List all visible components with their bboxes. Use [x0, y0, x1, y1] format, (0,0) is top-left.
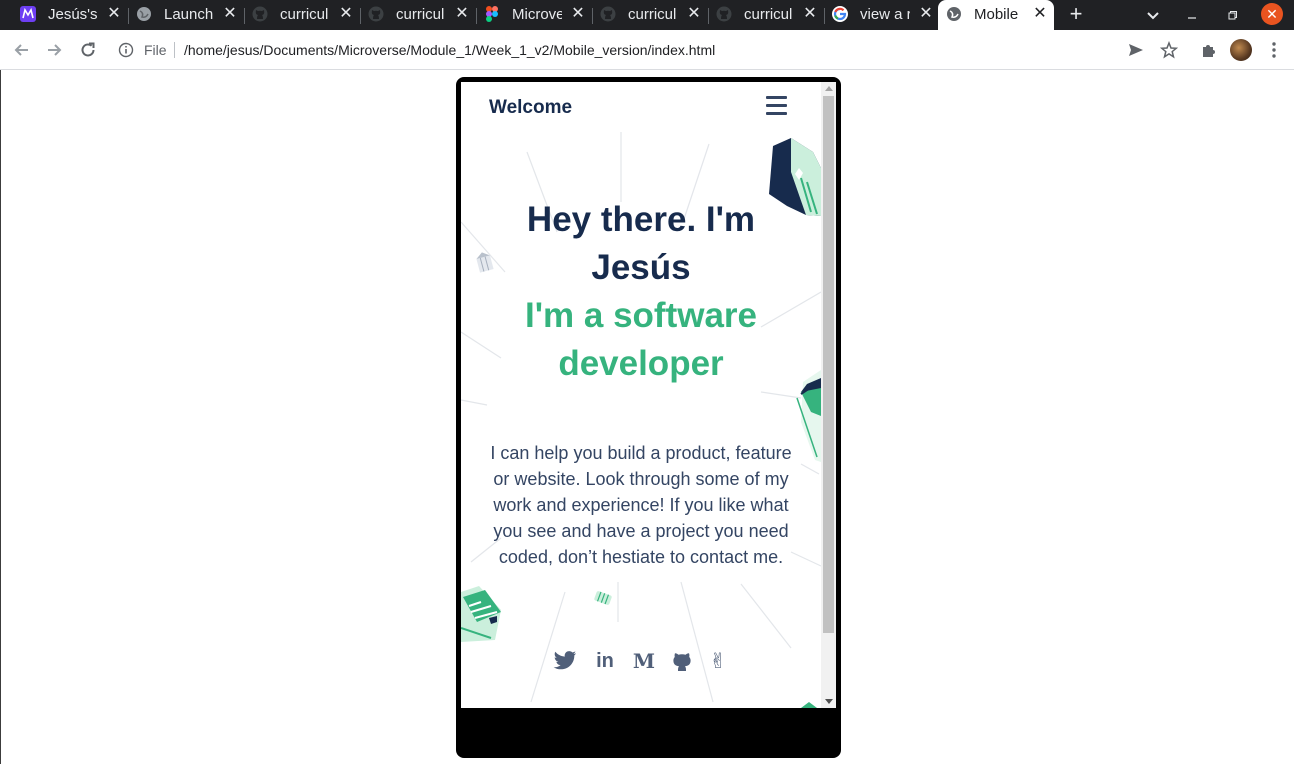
- close-icon[interactable]: ✕: [800, 3, 820, 25]
- scrollbar-thumb[interactable]: [823, 96, 834, 633]
- tab-title: Jesús's: [48, 6, 98, 23]
- github-icon[interactable]: [670, 649, 694, 673]
- tab-google-search[interactable]: view a r ✕: [824, 0, 940, 30]
- close-icon[interactable]: ✕: [916, 3, 936, 25]
- forward-arrow-icon[interactable]: [42, 38, 66, 62]
- social-links: in M ✌: [553, 649, 733, 675]
- tab-title: curricul: [744, 6, 793, 23]
- scheme-label: File: [144, 42, 167, 58]
- reload-icon[interactable]: [76, 38, 100, 62]
- tab-title: Microve: [512, 6, 562, 23]
- tab-curriculum-3[interactable]: curricul ✕: [592, 0, 709, 30]
- tab-microverse-figma[interactable]: Microve ✕: [476, 0, 593, 30]
- browser-toolbar: File /home/jesus/Documents/Microverse/Mo…: [0, 30, 1294, 70]
- back-arrow-icon[interactable]: [10, 38, 34, 62]
- close-icon[interactable]: ✕: [684, 3, 704, 25]
- profile-avatar[interactable]: [1230, 39, 1252, 61]
- globe-icon: [946, 6, 962, 22]
- info-icon[interactable]: [118, 42, 134, 58]
- url-text[interactable]: /home/jesus/Documents/Microverse/Module_…: [184, 42, 715, 58]
- tab-curriculum-4[interactable]: curricul ✕: [708, 0, 825, 30]
- scroll-up-arrow-icon[interactable]: [825, 86, 833, 91]
- hero-bio: I can help you build a product, feature …: [490, 443, 792, 567]
- close-icon[interactable]: ✕: [336, 3, 356, 25]
- page-scrollbar[interactable]: [821, 82, 836, 708]
- tab-curriculum-1[interactable]: curricul ✕: [244, 0, 361, 30]
- tab-strip: Jesús's ✕ Launch ✕ curricul ✕ curricul ✕…: [0, 0, 1294, 30]
- tab-mobile-active[interactable]: Mobile ✕: [938, 0, 1054, 30]
- tab-title: curricul: [628, 6, 677, 23]
- scroll-down-arrow-icon[interactable]: [825, 699, 833, 704]
- google-icon: [832, 6, 848, 22]
- github-icon: [368, 6, 384, 22]
- extensions-puzzle-icon[interactable]: [1197, 38, 1221, 62]
- page-content: Welcome Hey there. I'm Jesús I'm a softw…: [461, 82, 821, 708]
- close-icon[interactable]: ✕: [1030, 3, 1050, 25]
- close-icon[interactable]: ✕: [568, 3, 588, 25]
- phone-frame: Welcome Hey there. I'm Jesús I'm a softw…: [456, 77, 841, 758]
- tab-title: Launch: [164, 6, 214, 23]
- github-icon: [716, 6, 732, 22]
- github-icon: [600, 6, 616, 22]
- tab-launch[interactable]: Launch ✕: [128, 0, 245, 30]
- close-icon[interactable]: ✕: [104, 3, 124, 25]
- tab-title: Mobile: [974, 6, 1019, 23]
- medium-icon[interactable]: M: [632, 649, 656, 673]
- window-close-icon[interactable]: ✕: [1261, 3, 1283, 25]
- brand-title[interactable]: Welcome: [489, 97, 572, 119]
- hamburger-menu-icon[interactable]: [766, 96, 788, 118]
- twitter-icon[interactable]: [553, 649, 577, 673]
- microverse-icon: [20, 6, 36, 22]
- tab-curriculum-2[interactable]: curricul ✕: [360, 0, 477, 30]
- new-tab-button[interactable]: +: [1064, 1, 1088, 27]
- figma-icon: [484, 6, 500, 22]
- bookmark-star-icon[interactable]: [1157, 38, 1181, 62]
- linkedin-icon[interactable]: in: [593, 649, 617, 673]
- minimize-icon[interactable]: [1181, 4, 1203, 26]
- send-tab-icon[interactable]: [1124, 38, 1148, 62]
- tab-title: view a r: [860, 6, 910, 23]
- tab-title: curricul: [280, 6, 329, 23]
- menu-dots-icon[interactable]: [1262, 38, 1286, 62]
- github-icon: [252, 6, 268, 22]
- close-icon[interactable]: ✕: [452, 3, 472, 25]
- mobile-viewport: Welcome Hey there. I'm Jesús I'm a softw…: [461, 82, 836, 708]
- restore-icon[interactable]: [1221, 4, 1243, 26]
- angellist-icon[interactable]: ✌: [706, 649, 730, 673]
- background-decoration: [461, 132, 821, 708]
- close-icon[interactable]: ✕: [220, 3, 240, 25]
- tab-title: curricul: [396, 6, 445, 23]
- globe-icon: [136, 6, 152, 22]
- tab-search-chevron-icon[interactable]: [1142, 4, 1164, 26]
- tab-jesus[interactable]: Jesús's ✕: [12, 0, 129, 30]
- hero-subheadline: I'm a software developer: [524, 296, 757, 383]
- address-bar[interactable]: File /home/jesus/Documents/Microverse/Mo…: [110, 34, 1190, 66]
- hero-headline: Hey there. I'm Jesús: [526, 200, 756, 287]
